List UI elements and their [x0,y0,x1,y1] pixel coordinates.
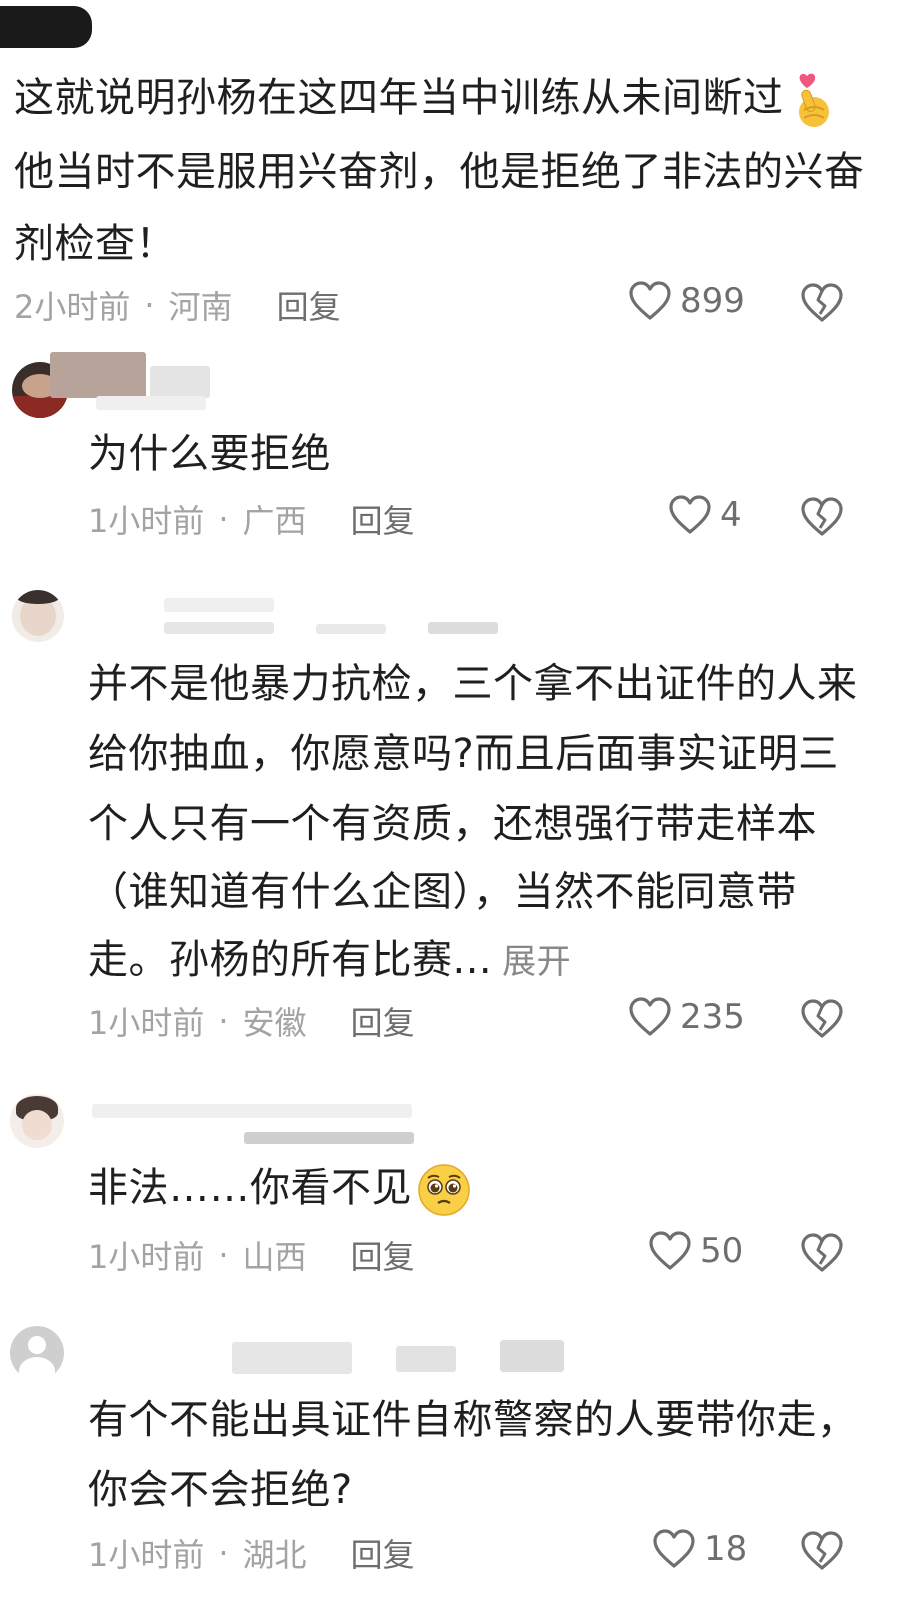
redacted-username [164,598,274,612]
redacted-username [396,1346,456,1372]
heart-outline-icon [629,281,671,320]
redacted-avatar-overlay [50,352,146,398]
meta-separator: · [218,1236,229,1274]
comment-2-meta: 1小时前 · 广西 回复 [88,496,415,542]
reply-button[interactable]: 回复 [351,496,415,542]
redacted-username [428,622,498,634]
like-count: 235 [680,997,745,1037]
redacted-username [92,1104,412,1118]
comment-1-meta: 2小时前 · 河南 回复 [14,282,341,328]
finger-heart-emoji [790,72,834,128]
comment-location: 广西 [242,502,307,540]
like-count: 18 [704,1529,748,1569]
comment-4-meta: 1小时前 · 山西 回复 [88,1232,415,1278]
redacted-username [316,624,386,634]
redacted-username [232,1342,352,1374]
redacted-username-top [0,6,92,48]
reply-button[interactable]: 回复 [351,1530,415,1576]
reply-button[interactable]: 回复 [277,282,341,328]
comment-1-line-1: 这就说明孙杨在这四年当中训练从未间断过 [14,62,834,134]
redacted-username [244,1132,414,1144]
reply-button[interactable]: 回复 [351,998,415,1044]
comment-time: 1小时前 [88,502,205,540]
broken-heart-icon [801,999,843,1038]
comment-5-meta: 1小时前 · 湖北 回复 [88,1530,415,1576]
comment-location: 河南 [168,288,233,326]
like-button[interactable]: 235 [628,996,745,1038]
meta-separator: · [218,1002,229,1040]
heart-outline-icon [629,997,671,1036]
comment-5-line-2: 你会不会拒绝? [88,1467,353,1513]
redacted-username [164,622,274,634]
comment-3-meta: 1小时前 · 安徽 回复 [88,998,415,1044]
like-button[interactable]: 4 [668,494,742,536]
broken-heart-icon [801,283,843,322]
comment-time: 1小时前 [88,1536,205,1574]
comment-3-line-2: 给你抽血，你愿意吗?而且后面事实证明三 [88,731,839,777]
meta-separator: · [218,1534,229,1572]
comment-time: 1小时前 [88,1004,205,1042]
comment-3-line-3: 个人只有一个有资质，还想强行带走样本 [88,801,817,847]
avatar[interactable] [10,1094,64,1148]
dislike-button[interactable] [800,496,844,542]
comment-location: 安徽 [242,1004,307,1042]
comment-1-line-3: 剂检查！ [14,221,176,267]
comment-location: 山西 [242,1238,307,1276]
dislike-button[interactable] [800,282,844,328]
pleading-face-emoji [416,1162,472,1218]
broken-heart-icon [801,1531,843,1570]
broken-heart-icon [801,497,843,536]
comment-time: 2小时前 [14,288,131,326]
dislike-button[interactable] [800,1530,844,1576]
comment-3-truncated-text: 走。孙杨的所有比赛... [88,937,493,983]
heart-outline-icon [653,1529,695,1568]
dislike-button[interactable] [800,1232,844,1278]
expand-button[interactable]: 展开 [502,942,571,982]
comment-5-line-1: 有个不能出具证件自称警察的人要带你走， [88,1397,858,1443]
comment-3-line-5: 走。孙杨的所有比赛... 展开 [88,924,571,998]
dislike-button[interactable] [800,998,844,1044]
like-button[interactable]: 50 [648,1230,743,1272]
comment-time: 1小时前 [88,1238,205,1276]
comment-3-line-4: （谁知道有什么企图），当然不能同意带 [88,869,797,915]
avatar[interactable] [10,1326,64,1380]
meta-separator: · [144,286,155,324]
like-count: 4 [720,495,742,535]
like-button[interactable]: 899 [628,280,745,322]
like-count: 50 [700,1231,744,1271]
redacted-username [500,1340,564,1372]
comment-2-line-1: 为什么要拒绝 [88,431,331,477]
meta-separator: · [218,500,229,538]
broken-heart-icon [801,1233,843,1272]
comment-1-line-2: 他当时不是服用兴奋剂，他是拒绝了非法的兴奋 [14,149,865,195]
comment-location: 湖北 [242,1536,307,1574]
comment-4-line-1: 非法……你看不见 [88,1152,472,1224]
like-count: 899 [680,281,745,321]
heart-outline-icon [669,495,711,534]
redacted-username [150,366,210,398]
heart-outline-icon [649,1231,691,1270]
redacted-username [96,396,206,410]
comment-3-line-1: 并不是他暴力抗检，三个拿不出证件的人来 [88,661,858,707]
avatar[interactable] [12,590,64,642]
reply-button[interactable]: 回复 [351,1232,415,1278]
like-button[interactable]: 18 [652,1528,747,1570]
